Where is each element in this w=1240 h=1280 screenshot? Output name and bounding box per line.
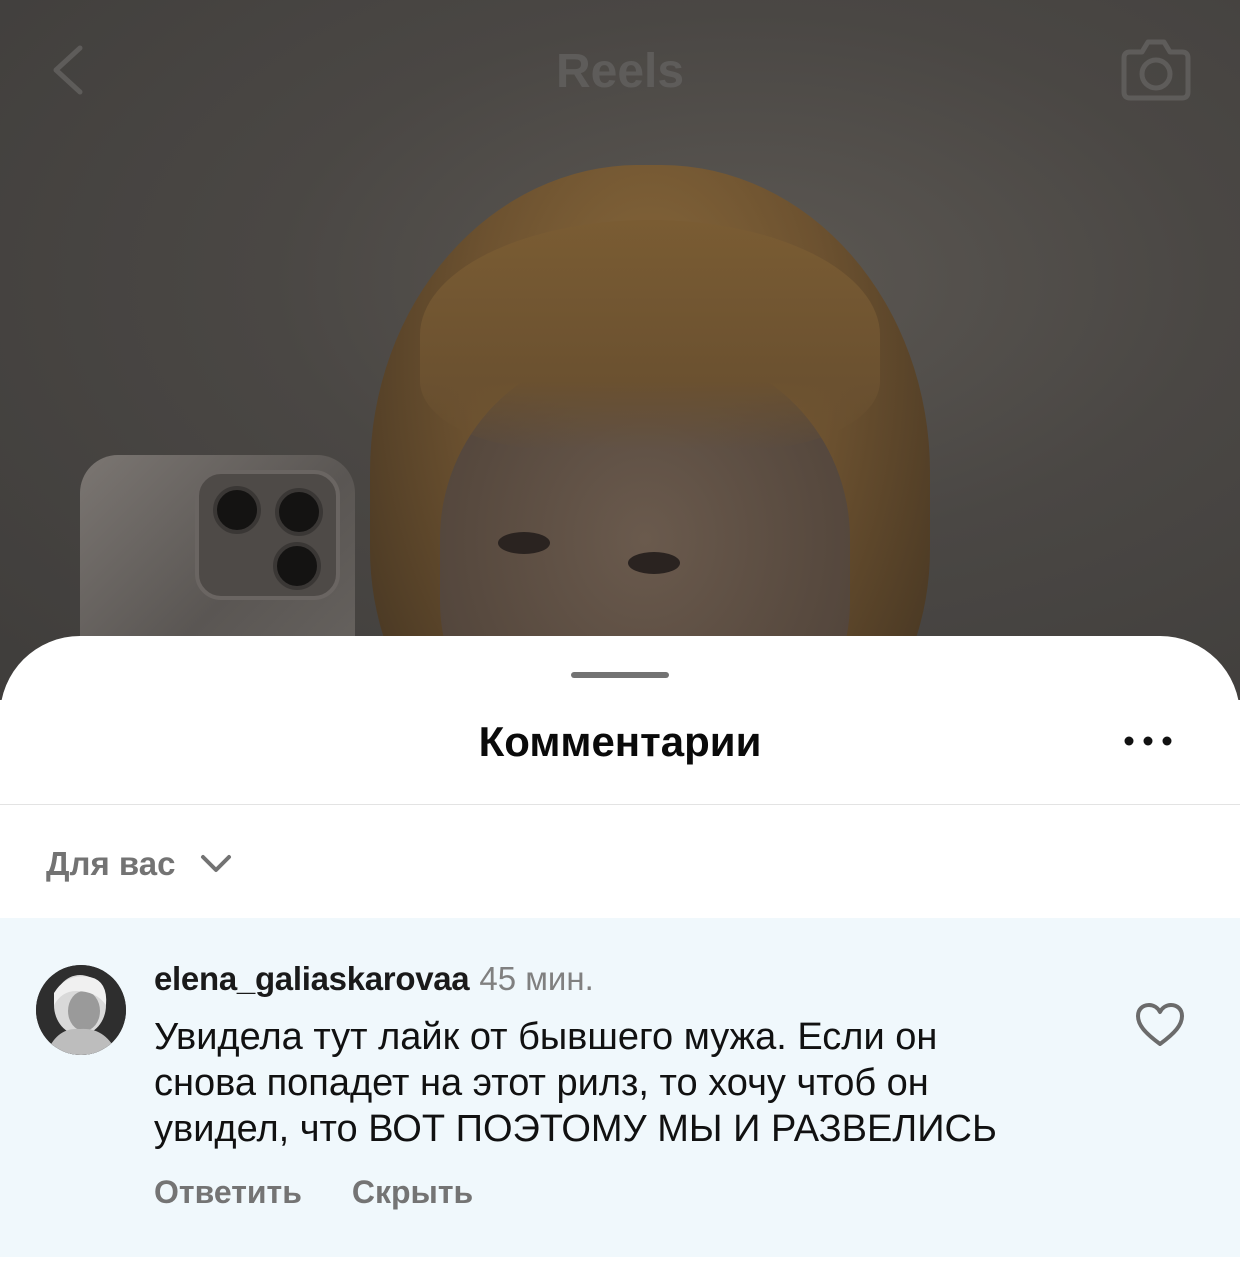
comment-header: elena_galiaskarovaa 45 мин. (154, 960, 594, 998)
top-bar: Reels (0, 0, 1240, 140)
chevron-down-icon (201, 855, 232, 872)
comment-username[interactable]: elena_galiaskarovaa (154, 960, 470, 997)
sort-dropdown[interactable]: Для вас (46, 841, 233, 887)
camera-icon (1121, 39, 1191, 101)
sort-label: Для вас (46, 845, 176, 882)
comments-sheet: Комментарии Для вас elena_galiaskarovaa 4… (0, 636, 1240, 1280)
hide-button[interactable]: Скрыть (352, 1174, 473, 1211)
comment-text-line: увидел, что ВОТ ПОЭТОМУ МЫ И РАЗВЕЛИСЬ (154, 1108, 997, 1150)
screen-title: Reels (555, 45, 685, 98)
comment-text-line: снова попадет на этот рилз, то хочу чтоб… (154, 1062, 929, 1104)
more-options-button[interactable] (1120, 728, 1180, 754)
phone-camera-module (195, 470, 340, 600)
comment-text-line: Увидела тут лайк от бывшего мужа. Если о… (154, 1016, 938, 1058)
sheet-title: Комментарии (478, 718, 762, 765)
comment-timestamp: 45 мин. (479, 960, 594, 997)
like-button[interactable] (1133, 1000, 1187, 1050)
comment-text: Увидела тут лайк от бывшего мужа. Если о… (154, 1014, 1114, 1152)
sheet-grabber[interactable] (571, 672, 669, 678)
ellipsis-icon (1124, 736, 1172, 746)
divider (0, 804, 1240, 805)
camera-button[interactable] (1118, 36, 1194, 104)
comment-item: elena_galiaskarovaa 45 мин. Увидела тут л… (0, 918, 1240, 1257)
reply-button[interactable]: Ответить (154, 1174, 302, 1211)
avatar[interactable] (36, 965, 126, 1055)
heart-icon (1136, 1003, 1184, 1046)
comment-actions: Ответить Скрыть (154, 1174, 473, 1211)
